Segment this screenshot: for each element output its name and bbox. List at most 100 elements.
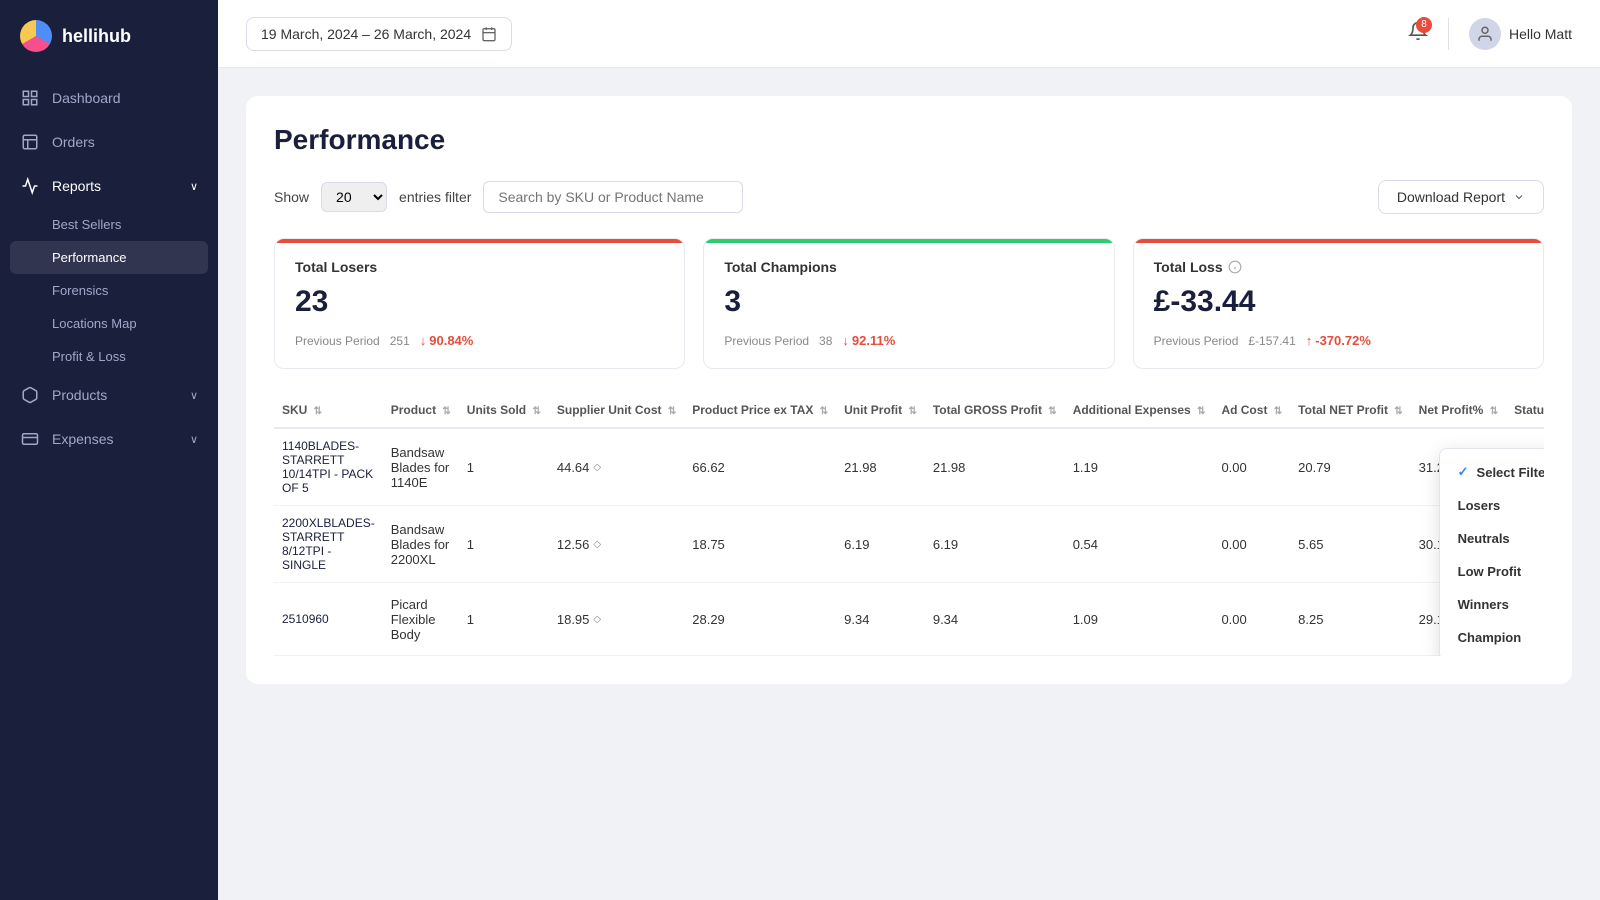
filter-option-label: Neutrals: [1458, 531, 1510, 546]
cell-product-price: 66.62: [684, 428, 836, 506]
champions-card: Total Champions 3 Previous Period 38 92.…: [703, 238, 1114, 369]
filter-option-label: Champion: [1458, 630, 1522, 645]
summary-cards: Total Losers 23 Previous Period 251 90.8…: [274, 238, 1544, 369]
loss-prev-value: £-157.41: [1248, 334, 1295, 348]
date-range-picker[interactable]: 19 March, 2024 – 26 March, 2024: [246, 17, 512, 51]
cell-total-net-profit: 5.65: [1290, 506, 1411, 583]
sidebar-item-dashboard[interactable]: Dashboard: [0, 76, 218, 120]
losers-card-value: 23: [295, 285, 664, 319]
cell-total-net-profit: 20.79: [1290, 428, 1411, 506]
expenses-icon: [20, 429, 40, 449]
cell-total-gross-profit: 21.98: [925, 428, 1065, 506]
toolbar: Show 20 50 100 entries filter Download R…: [274, 180, 1544, 214]
cell-sku: 2200XLBLADES-STARRETT 8/12TPI - SINGLE: [274, 506, 383, 583]
sidebar-item-label: Dashboard: [52, 90, 121, 106]
col-units-sold[interactable]: Units Sold ⇅: [459, 393, 549, 428]
expenses-chevron-icon: ∨: [190, 433, 198, 446]
champions-card-label: Total Champions: [724, 259, 1093, 275]
sidebar-item-products[interactable]: Products ∨: [0, 373, 218, 417]
notification-button[interactable]: 8: [1408, 21, 1428, 47]
entries-select[interactable]: 20 50 100: [321, 182, 387, 212]
sidebar-item-profit-loss[interactable]: Profit & Loss: [0, 340, 218, 373]
col-ad-cost[interactable]: Ad Cost ⇅: [1213, 393, 1290, 428]
col-unit-profit[interactable]: Unit Profit ⇅: [836, 393, 925, 428]
table-row: 2510960 Picard Flexible Body 1 18.95 ◇ 2…: [274, 583, 1544, 656]
profit-loss-label: Profit & Loss: [52, 349, 126, 364]
diamond-icon: ◇: [593, 462, 601, 473]
col-status: Status Select Filter Losers: [1506, 393, 1544, 428]
sidebar-item-label: Products: [52, 387, 107, 403]
search-input[interactable]: [483, 181, 743, 213]
cell-additional-expenses: 0.54: [1065, 506, 1214, 583]
forensics-label: Forensics: [52, 283, 108, 298]
filter-option-neutrals[interactable]: Neutrals: [1440, 522, 1544, 555]
filter-option-winners[interactable]: Winners: [1440, 588, 1544, 621]
loss-prev-label: Previous Period: [1154, 334, 1239, 348]
champions-card-footer: Previous Period 38 92.11%: [724, 333, 1093, 348]
filter-option-low-profit[interactable]: Low Profit: [1440, 555, 1544, 588]
champions-prev-value: 38: [819, 334, 832, 348]
cell-total-net-profit: 8.25: [1290, 583, 1411, 656]
col-total-gross-profit[interactable]: Total GROSS Profit ⇅: [925, 393, 1065, 428]
info-icon: [1228, 260, 1242, 274]
loss-arrow-icon: [1306, 333, 1313, 348]
products-chevron-icon: ∨: [190, 389, 198, 402]
orders-icon: [20, 132, 40, 152]
col-additional-expenses[interactable]: Additional Expenses ⇅: [1065, 393, 1214, 428]
col-total-net-profit[interactable]: Total NET Profit ⇅: [1290, 393, 1411, 428]
col-net-profit-pct[interactable]: Net Profit% ⇅: [1411, 393, 1506, 428]
losers-arrow-icon: [420, 333, 427, 348]
sidebar-item-best-sellers[interactable]: Best Sellers: [0, 208, 218, 241]
logo-icon: [20, 20, 52, 52]
losers-change: 90.84%: [420, 333, 474, 348]
loss-card-value: £-33.44: [1154, 285, 1523, 319]
table-row: 1140BLADES-STARRETT 10/14TPI - PACK OF 5…: [274, 428, 1544, 506]
cell-product-price: 28.29: [684, 583, 836, 656]
chevron-down-icon: [1513, 191, 1525, 203]
cell-unit-profit: 6.19: [836, 506, 925, 583]
performance-table-wrap: SKU ⇅ Product ⇅ Units Sold ⇅ Supplier Un…: [274, 393, 1544, 656]
topbar: 19 March, 2024 – 26 March, 2024 8 Hello …: [218, 0, 1600, 68]
filter-option-losers[interactable]: Losers: [1440, 489, 1544, 522]
cell-product: Picard Flexible Body: [383, 583, 459, 656]
sidebar-item-reports[interactable]: Reports ∨: [0, 164, 218, 208]
date-range-text: 19 March, 2024 – 26 March, 2024: [261, 26, 471, 42]
col-sku[interactable]: SKU ⇅: [274, 393, 383, 428]
sidebar-item-performance[interactable]: Performance: [10, 241, 208, 274]
calendar-icon: [481, 26, 497, 42]
cell-ad-cost: 0.00: [1213, 428, 1290, 506]
cell-total-gross-profit: 6.19: [925, 506, 1065, 583]
reports-submenu: Best Sellers Performance Forensics Locat…: [0, 208, 218, 373]
filter-option-label: Select Filter: [1477, 465, 1544, 480]
sidebar-item-expenses[interactable]: Expenses ∨: [0, 417, 218, 461]
cell-supplier-unit-cost: 44.64 ◇: [549, 428, 684, 506]
filter-option-label: Losers: [1458, 498, 1501, 513]
loss-card-label: Total Loss: [1154, 259, 1523, 275]
user-info: Hello Matt: [1448, 18, 1572, 50]
download-report-button[interactable]: Download Report: [1378, 180, 1544, 214]
col-product-price[interactable]: Product Price ex TAX ⇅: [684, 393, 836, 428]
loss-change: -370.72%: [1306, 333, 1371, 348]
loss-card-footer: Previous Period £-157.41 -370.72%: [1154, 333, 1523, 348]
sidebar-item-forensics[interactable]: Forensics: [0, 274, 218, 307]
filter-option-champion[interactable]: Champion: [1440, 621, 1544, 654]
sidebar-item-locations-map[interactable]: Locations Map: [0, 307, 218, 340]
user-greeting: Hello Matt: [1509, 26, 1572, 42]
sidebar-item-orders[interactable]: Orders: [0, 120, 218, 164]
champions-prev-label: Previous Period: [724, 334, 809, 348]
cell-units-sold: 1: [459, 583, 549, 656]
cell-ad-cost: 0.00: [1213, 583, 1290, 656]
cell-unit-profit: 21.98: [836, 428, 925, 506]
notification-badge: 8: [1416, 17, 1432, 33]
cell-supplier-unit-cost: 12.56 ◇: [549, 506, 684, 583]
losers-card-label: Total Losers: [295, 259, 664, 275]
performance-table: SKU ⇅ Product ⇅ Units Sold ⇅ Supplier Un…: [274, 393, 1544, 656]
dashboard-icon: [20, 88, 40, 108]
losers-prev-label: Previous Period: [295, 334, 380, 348]
logo[interactable]: hellihub: [0, 0, 218, 76]
col-supplier-unit-cost[interactable]: Supplier Unit Cost ⇅: [549, 393, 684, 428]
filter-option-select-filter[interactable]: Select Filter: [1440, 455, 1544, 489]
cell-product: Bandsaw Blades for 1140E: [383, 428, 459, 506]
sidebar-item-label: Expenses: [52, 431, 113, 447]
col-product[interactable]: Product ⇅: [383, 393, 459, 428]
